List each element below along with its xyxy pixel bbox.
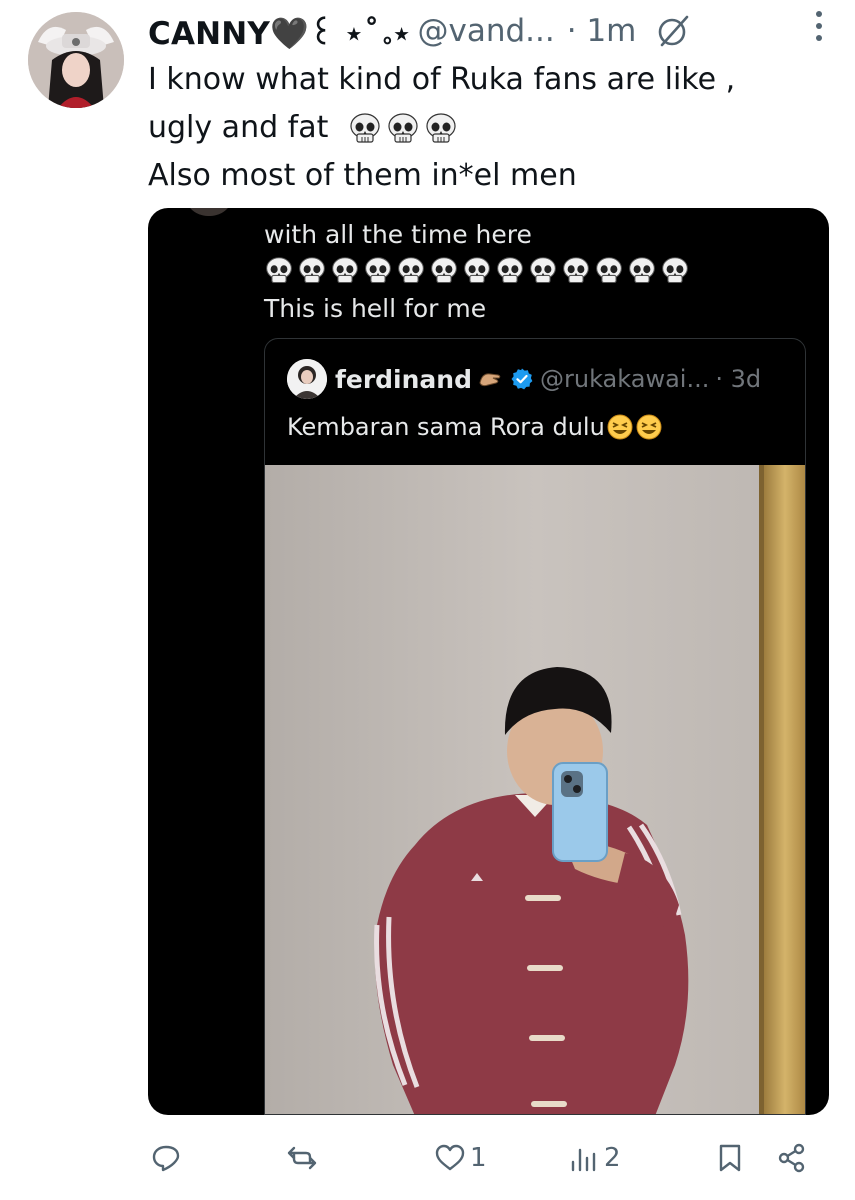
verified-badge-icon <box>510 367 534 391</box>
skull-emoji <box>462 256 492 286</box>
display-name[interactable]: CANNY🖤꒰ ⋆˚｡⋆ <box>148 11 412 52</box>
share-button[interactable] <box>776 1132 808 1184</box>
skull-emoji <box>424 112 458 146</box>
more-icon[interactable] <box>811 6 827 46</box>
views-count: 2 <box>604 1143 621 1173</box>
quote-header: ferdinand @rukakawai... · 3d <box>287 359 761 399</box>
attached-image[interactable]: with all the time here This is hell for … <box>148 208 829 1115</box>
action-bar: 1 2 <box>0 1132 855 1184</box>
skull-emoji <box>348 112 382 146</box>
views-button[interactable]: 2 <box>568 1132 621 1184</box>
like-icon <box>434 1142 466 1174</box>
tweet-text: I know what kind of Ruka fans are like ,… <box>148 56 828 200</box>
skull-emoji <box>363 256 393 286</box>
tweet-line: ugly and fat <box>148 110 329 145</box>
mirror-selfie-photo <box>265 465 805 1114</box>
quoted-tweet: ferdinand @rukakawai... · 3d Kembaran sa… <box>264 338 806 1115</box>
skull-emoji <box>429 256 459 286</box>
tweet-line: Also most of them in*el men <box>148 158 577 193</box>
skull-emoji <box>330 256 360 286</box>
share-icon <box>776 1142 808 1174</box>
skull-emoji <box>495 256 525 286</box>
screenshot-text-top: with all the time here <box>264 220 532 249</box>
skull-emoji <box>528 256 558 286</box>
reply-button[interactable] <box>150 1132 186 1184</box>
cropped-avatar <box>184 208 234 216</box>
hand-emoji-icon <box>476 365 504 393</box>
tweet-line: I know what kind of Ruka fans are like , <box>148 62 736 97</box>
skull-emoji <box>627 256 657 286</box>
laughing-emoji <box>635 413 663 441</box>
skull-emoji <box>594 256 624 286</box>
quote-timestamp: · 3d <box>715 365 762 393</box>
quote-text: Kembaran sama Rora dulu <box>287 413 605 441</box>
timestamp[interactable]: · 1m <box>567 13 637 49</box>
retweet-button[interactable] <box>286 1132 322 1184</box>
bookmark-button[interactable] <box>714 1132 746 1184</box>
screenshot-text-bottom: This is hell for me <box>264 294 487 323</box>
skull-emoji <box>660 256 690 286</box>
reply-icon <box>150 1142 182 1174</box>
avatar[interactable] <box>28 12 124 108</box>
skull-emoji-group <box>348 112 458 146</box>
skull-emoji <box>396 256 426 286</box>
quote-display-name: ferdinand <box>335 364 472 394</box>
retweet-icon <box>286 1142 318 1174</box>
like-button[interactable]: 1 <box>434 1132 487 1184</box>
quote-handle: @rukakawai... <box>540 365 710 393</box>
tweet-line-with-emoji: ugly and fat <box>148 104 828 152</box>
skull-emoji <box>386 112 420 146</box>
quote-avatar <box>287 359 327 399</box>
skull-emoji <box>264 256 294 286</box>
handle[interactable]: @vand... <box>418 13 555 49</box>
like-count: 1 <box>470 1143 487 1173</box>
quote-text-line: Kembaran sama Rora dulu <box>287 413 663 441</box>
skull-emoji <box>297 256 327 286</box>
skull-emoji <box>561 256 591 286</box>
skull-emoji-row <box>264 256 690 286</box>
bookmark-icon <box>714 1142 746 1174</box>
grok-icon[interactable] <box>656 13 692 49</box>
tweet-header: CANNY🖤꒰ ⋆˚｡⋆ @vand... · 1m <box>148 8 838 54</box>
laughing-emoji <box>606 413 634 441</box>
views-icon <box>568 1142 600 1174</box>
